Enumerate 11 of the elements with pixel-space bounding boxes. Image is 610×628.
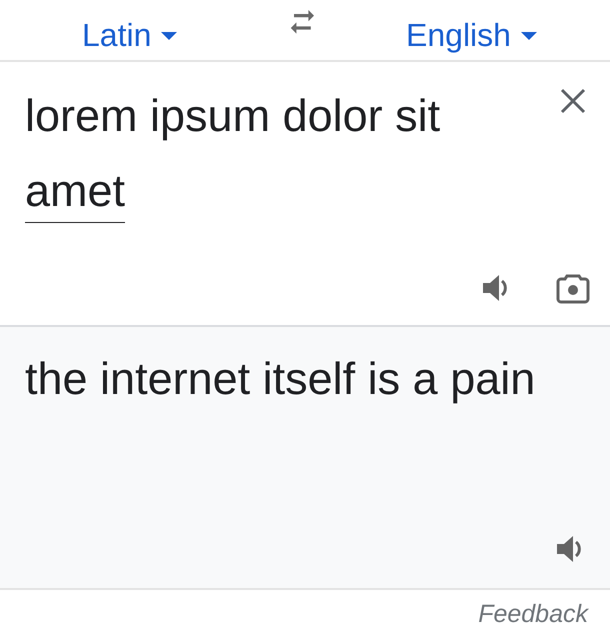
feedback-link[interactable]: Feedback <box>478 600 588 628</box>
source-text[interactable]: lorem ipsum dolor sit amet <box>25 78 495 228</box>
close-icon <box>560 88 586 114</box>
caret-icon <box>161 30 178 41</box>
translation-text: the internet itself is a pain <box>25 352 536 406</box>
camera-button[interactable] <box>556 272 590 304</box>
camera-icon <box>556 272 590 304</box>
clear-button[interactable] <box>560 88 586 114</box>
target-language-button[interactable]: English <box>402 18 541 54</box>
caret-icon <box>520 30 537 41</box>
source-language-button[interactable]: Latin <box>78 18 182 54</box>
